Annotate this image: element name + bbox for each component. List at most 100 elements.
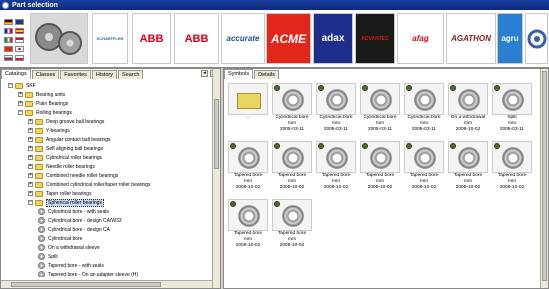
bearing-icon [326,89,348,111]
flag-de-icon[interactable] [4,19,13,25]
logo-agru-text: agru [501,34,519,43]
collapse-icon[interactable]: − [18,110,23,115]
logo-schaeffler[interactable]: SCHAEFFLER [92,13,128,64]
tree-node-label: Tapered bore - with seals [48,262,104,269]
part-tile[interactable]: Cylindrical bore mm 2008-03-11 [271,82,313,139]
part-tile[interactable]: Split mm 2008-03-11 [491,82,533,139]
part-tile[interactable]: Cylindrical bore mm 2008-03-11 [403,82,445,139]
part-tile[interactable]: Tapered bore mm 2008-10-02 [315,140,357,197]
catalog-badge-icon [230,143,236,149]
tile-thumbnail [360,141,400,173]
symbols-vscroll-thumb[interactable] [542,71,547,281]
tab-search[interactable]: Search [118,70,144,79]
tile-thumbnail [228,141,268,173]
tree-node[interactable]: + Bearing units [18,90,65,99]
tree-node[interactable]: + Combined cylindrical roller/taper rolle… [28,180,151,189]
logo-agru[interactable]: agru [497,13,523,64]
logo-gears[interactable] [30,13,88,64]
tree-vertical-scrollbar[interactable] [212,69,220,288]
part-tile[interactable]: Tapered bore mm 2008-10-02 [271,140,313,197]
tree-node[interactable]: + Y-bearings [28,126,70,135]
expand-icon[interactable]: + [28,173,33,178]
part-tile[interactable]: Tapered bore mm 2008-10-02 [447,140,489,197]
part-tile[interactable]: Tapered bore mm 2008-10-02 [359,140,401,197]
tree-node[interactable]: + Plain Bearings [18,99,68,108]
collapse-icon[interactable]: − [28,200,33,205]
part-tile[interactable]: Tapered bore mm 2008-10-02 [227,140,269,197]
tree-node[interactable]: − SKF [8,81,36,90]
flag-uk-icon[interactable] [15,19,24,25]
tile-thumbnail [272,83,312,115]
folder-icon [35,118,43,125]
tab-symbols[interactable]: Symbols [224,69,254,79]
flag-jp-icon[interactable] [15,46,24,52]
tree-node[interactable]: − Rolling bearings [18,108,72,117]
expand-icon[interactable]: + [28,128,33,133]
expand-icon[interactable]: + [28,146,33,151]
logo-adax[interactable]: adax [313,13,353,64]
logo-abb-1[interactable]: ABB [132,13,171,64]
expand-icon[interactable]: + [28,137,33,142]
tree-node[interactable]: Cylindrical bore - with seals [38,207,109,216]
parent-folder-tile[interactable]: .. [227,82,269,139]
tab-favorites[interactable]: Favorites [60,70,91,79]
tree-node[interactable]: + Self aligning ball bearings [28,144,103,153]
tree-node[interactable]: + Combined needle roller bearings [28,171,118,180]
expand-icon[interactable]: + [28,164,33,169]
expand-icon[interactable]: + [28,155,33,160]
tree-node[interactable]: Tapered bore - On an adapter sleeve (H) [38,270,138,277]
logo-abb-2[interactable]: ABB [174,13,219,64]
tree-hscroll-thumb[interactable] [11,282,161,287]
logo-accurate[interactable]: accurate [221,13,265,64]
tree-node[interactable]: + Angular contact ball bearings [28,135,111,144]
tree-node-label: Cylindrical bore [48,235,83,242]
part-tile[interactable]: Tapered bore mm 2008-10-02 [271,198,313,255]
tree-horizontal-scrollbar[interactable] [1,280,214,288]
tree-vscroll-thumb[interactable] [214,99,219,169]
logo-circular-brand[interactable] [525,13,548,64]
flag-ru-icon[interactable] [4,55,13,61]
expand-icon[interactable]: + [28,191,33,196]
part-tile[interactable]: Cylindrical bore mm 2008-03-11 [359,82,401,139]
tree-node[interactable]: + Taper roller bearings [28,189,92,198]
tree-node[interactable]: + Cylindrical roller bearings [28,153,102,162]
flag-pl-icon[interactable] [15,55,24,61]
part-tile[interactable]: Tapered bore mm 2008-10-02 [403,140,445,197]
tree-node[interactable]: Cylindrical bore [38,234,82,243]
logo-acme[interactable]: ACME [266,13,311,64]
tree-node[interactable]: Split [38,252,58,261]
tree-node[interactable]: − Spherical roller bearings [28,198,104,207]
tree-node[interactable]: Cylindrical bore - design CA/W33 [38,216,122,225]
bearing-icon [238,205,260,227]
tile-caption-line3: 2008-10-02 [411,185,437,190]
tab-details[interactable]: Details [254,70,279,79]
bearing-part-icon [38,235,45,242]
flag-es-icon[interactable] [15,28,24,34]
expand-icon[interactable]: + [28,182,33,187]
part-tile[interactable]: Tapered bore mm 2008-10-02 [491,140,533,197]
tab-classes[interactable]: Classes [31,70,60,79]
part-tile[interactable]: Cylindrical bore mm 2008-03-11 [315,82,357,139]
tree-node[interactable]: Cylindrical bore - design CA [38,225,110,234]
collapse-icon[interactable]: − [8,83,13,88]
flag-us-icon[interactable] [15,37,24,43]
part-tile[interactable]: Tapered bore mm 2008-10-02 [227,198,269,255]
expand-icon[interactable]: + [18,92,23,97]
expand-icon[interactable]: + [18,101,23,106]
part-tile[interactable]: On a withdrawal mm 2008-10-02 [447,82,489,139]
flag-fr-icon[interactable] [4,28,13,34]
tree-node[interactable]: Tapered bore - with seals [38,261,104,270]
tree-node[interactable]: + Deep groove ball bearings [28,117,104,126]
logo-afag[interactable]: afag [397,13,444,64]
expand-icon[interactable]: + [28,119,33,124]
symbols-vertical-scrollbar[interactable] [540,69,548,288]
flag-it-icon[interactable] [4,37,13,43]
tab-scroll-left-icon[interactable]: ◂ [201,70,208,77]
tree-node[interactable]: On a withdrawal sleeve [38,243,100,252]
tab-catalogs[interactable]: Catalogs [1,69,31,79]
flag-cn-icon[interactable] [4,46,13,52]
tree-node[interactable]: + Needle roller bearings [28,162,95,171]
logo-agathon[interactable]: AGATHON [446,13,496,64]
logo-advantec[interactable]: ADVANTEC [355,13,395,64]
tab-history[interactable]: History [91,70,118,79]
